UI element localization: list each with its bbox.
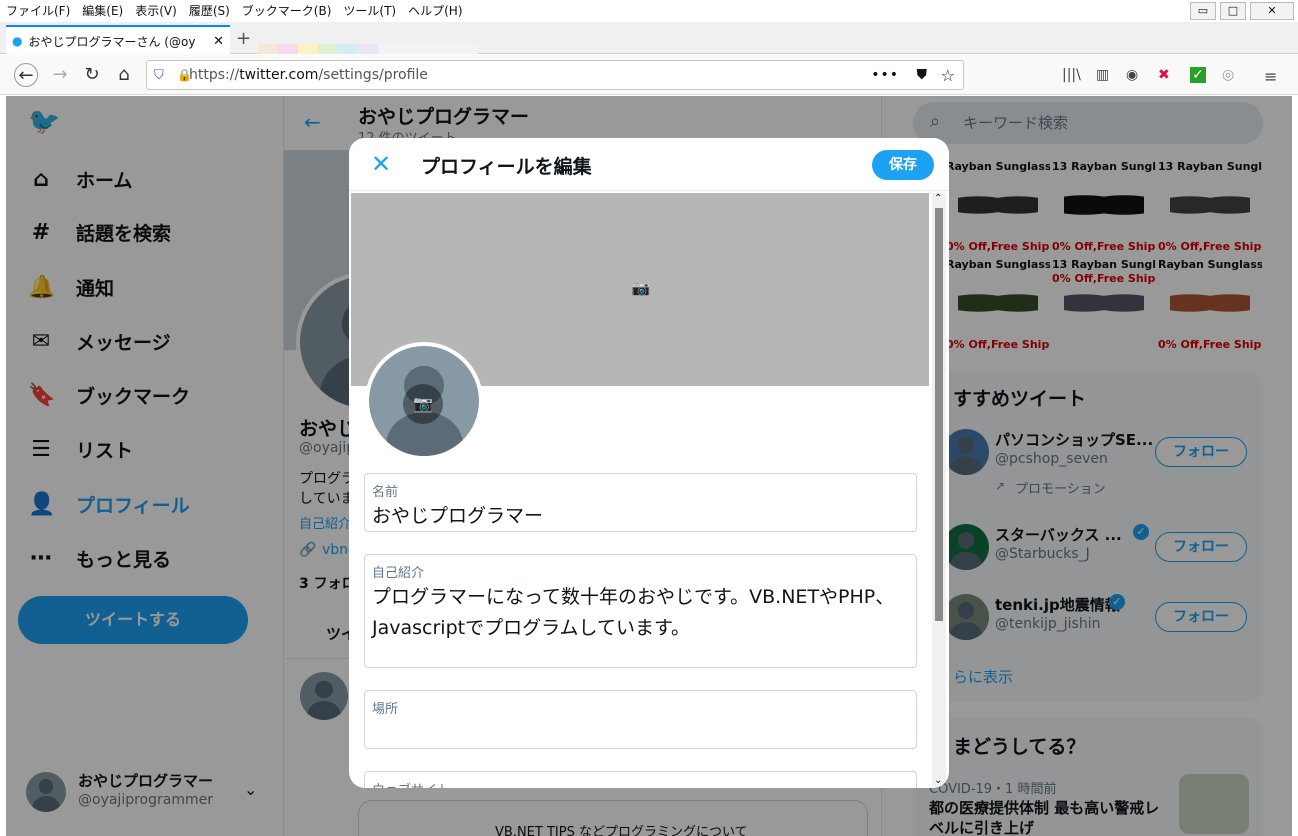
close-icon[interactable]: ✕ — [367, 150, 395, 178]
menu-tools[interactable]: ツール(T) — [343, 2, 396, 19]
library-icon[interactable]: |||\ — [1062, 67, 1081, 83]
bio-label: 自己紹介 — [372, 566, 425, 581]
pocket-icon[interactable]: ⛊ — [917, 67, 928, 83]
twitter-bird-icon: ● — [12, 34, 23, 48]
close-tab-icon[interactable]: ✕ — [213, 34, 224, 49]
menu-view[interactable]: 表示(V) — [135, 2, 177, 19]
back-arrow-icon[interactable]: ← — [14, 63, 38, 87]
browser-tab[interactable]: ● おやじプログラマーさん (@oy ✕ — [6, 25, 230, 55]
scroll-up-icon[interactable]: ⌃ — [934, 193, 942, 204]
close-window-button[interactable]: ✕ — [1250, 2, 1294, 20]
maximize-button[interactable]: □ — [1220, 2, 1246, 20]
website-field[interactable]: ウェブサイト — [364, 771, 917, 788]
menu-help[interactable]: ヘルプ(H) — [408, 2, 462, 19]
edit-profile-modal: ✕ プロフィールを編集 保存 📷 📷 名前 おやじプログラマー 自己紹介 プログ… — [349, 138, 949, 788]
twitter-page: 🐦 ⌂ ホーム # 話題を検索 🔔 通知 ✉ メッセージ 🔖 ブックマーク ☰ リスト 👤 プ… — [6, 96, 1292, 836]
name-label: 名前 — [372, 485, 399, 500]
new-tab-icon[interactable]: + — [236, 28, 251, 49]
lock-icon[interactable]: 🔒 — [177, 68, 192, 82]
save-button[interactable]: 保存 — [872, 150, 934, 180]
url-bar[interactable]: ⛉ 🔒 https://twitter.com/settings/profile… — [146, 60, 964, 90]
tab-title: おやじプログラマーさん (@oy — [28, 34, 196, 49]
menu-file[interactable]: ファイル(F) — [6, 2, 70, 19]
star-bookmark-icon[interactable]: ☆ — [941, 66, 955, 85]
avatar-editor[interactable]: 📷 — [365, 342, 483, 460]
shield-icon[interactable]: ⛉ — [154, 68, 164, 83]
menu-history[interactable]: 履歴(S) — [189, 2, 230, 19]
name-field[interactable]: 名前 おやじプログラマー — [364, 473, 917, 532]
tab-bar: ● おやじプログラマーさん (@oy ✕ + — [0, 22, 1298, 55]
url-text: https://twitter.com/settings/profile — [189, 67, 428, 83]
modal-scrollbar[interactable]: ⌃ ⌄ — [932, 193, 946, 788]
modal-header: ✕ プロフィールを編集 保存 — [349, 138, 949, 191]
menu-edit[interactable]: 編集(E) — [82, 2, 123, 19]
camera-icon[interactable]: 📷 — [631, 279, 651, 299]
menu-bookmarks[interactable]: ブックマーク(B) — [242, 2, 332, 19]
extension-icon[interactable]: ◎ — [1222, 67, 1234, 83]
tab-strip-decoration — [258, 44, 478, 54]
navigation-toolbar: ← → ↻ ⌂ ⛉ 🔒 https://twitter.com/settings… — [0, 55, 1298, 95]
name-input[interactable]: おやじプログラマー — [372, 501, 902, 532]
checkmark-extension-icon[interactable]: ✓ — [1190, 67, 1206, 83]
extension-x-icon[interactable]: ✖ — [1158, 67, 1170, 83]
bio-field[interactable]: 自己紹介 プログラマーになって数十年のおやじです。VB.NETやPHP、Java… — [364, 554, 917, 668]
page-actions-icon[interactable]: ••• — [871, 67, 899, 83]
sidebar-icon[interactable]: ▥ — [1096, 67, 1109, 83]
scrollbar-thumb[interactable] — [935, 208, 943, 621]
bio-input[interactable]: プログラマーになって数十年のおやじです。VB.NETやPHP、Javascrip… — [372, 582, 902, 644]
reload-icon[interactable]: ↻ — [80, 63, 104, 87]
location-label: 場所 — [372, 702, 399, 717]
modal-title: プロフィールを編集 — [421, 156, 592, 178]
menu-bar: ファイル(F) 編集(E) 表示(V) 履歴(S) ブックマーク(B) ツール(… — [0, 0, 1298, 22]
home-browser-icon[interactable]: ⌂ — [112, 63, 136, 87]
forward-arrow-icon[interactable]: → — [48, 63, 72, 87]
website-label: ウェブサイト — [372, 779, 450, 788]
minimize-button[interactable]: ▭ — [1190, 2, 1216, 20]
scroll-down-icon[interactable]: ⌄ — [934, 775, 942, 786]
camera-icon[interactable]: 📷 — [403, 384, 443, 424]
hamburger-menu-icon[interactable]: ≡ — [1264, 67, 1277, 86]
location-field[interactable]: 場所 — [364, 690, 917, 749]
account-icon[interactable]: ◉ — [1126, 67, 1138, 83]
